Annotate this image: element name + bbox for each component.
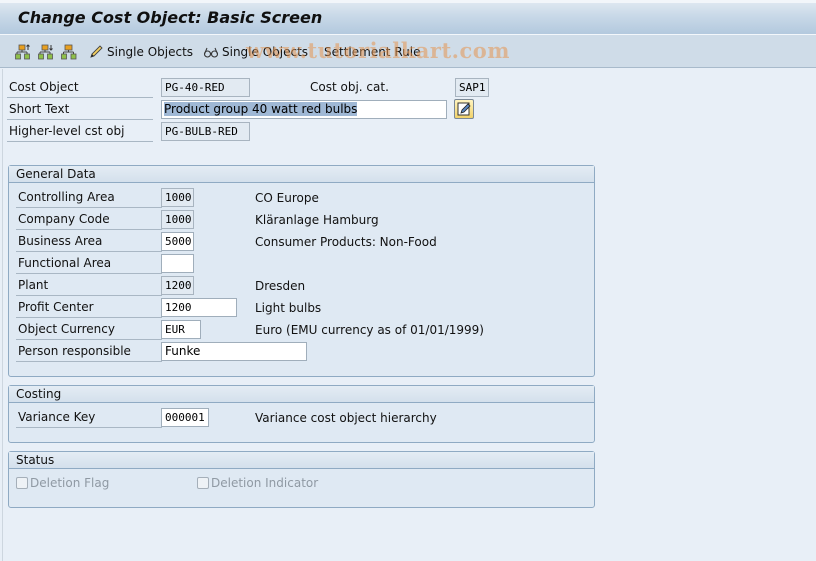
business-area-description: Consumer Products: Non-Food [255, 235, 437, 249]
controlling-area-label: Controlling Area [16, 188, 162, 208]
general-data-header: General Data [9, 166, 594, 183]
main-content: Cost Object PG-40-RED Cost obj. cat. SAP… [2, 69, 816, 561]
person-responsible-label: Person responsible [16, 342, 162, 362]
company-code-label: Company Code [16, 210, 162, 230]
costing-group: Costing Variance Key 000001 Variance cos… [8, 385, 595, 443]
application-toolbar: Single Objects Single Objects Settlement… [0, 35, 816, 68]
short-text-value: Product group 40 watt red bulbs [164, 102, 358, 116]
profit-center-label: Profit Center [16, 298, 162, 318]
hierarchy-up-icon [15, 44, 30, 60]
deletion-indicator-checkbox[interactable]: Deletion Indicator [197, 476, 318, 490]
pencil-icon [90, 45, 103, 58]
deletion-indicator-box[interactable] [197, 477, 209, 489]
cost-obj-cat-label: Cost obj. cat. [310, 80, 389, 94]
title-bar: Change Cost Object: Basic Screen [0, 0, 816, 35]
short-text-label: Short Text [7, 100, 153, 120]
edit-text-icon [457, 102, 471, 116]
cost-object-field: PG-40-RED [161, 78, 250, 97]
costing-header: Costing [9, 386, 594, 403]
higher-level-cost-object-field: PG-BULB-RED [161, 122, 250, 141]
person-responsible-input[interactable]: Funke [161, 342, 307, 361]
settlement-rule-label: Settlement Rule [324, 45, 421, 59]
functional-area-label: Functional Area [16, 254, 162, 274]
long-text-edit-button[interactable] [454, 99, 474, 119]
object-currency-description: Euro (EMU currency as of 01/01/1999) [255, 323, 484, 337]
deletion-flag-box[interactable] [16, 477, 28, 489]
cost-obj-cat-field: SAP1 [455, 78, 489, 97]
hierarchy-down-button[interactable] [38, 43, 57, 61]
company-code-description: Kläranlage Hamburg [255, 213, 379, 227]
status-header: Status [9, 452, 594, 469]
status-group: Status Deletion Flag Deletion Indicator [8, 451, 595, 508]
controlling-area-description: CO Europe [255, 191, 319, 205]
object-currency-input[interactable]: EUR [161, 320, 201, 339]
deletion-flag-label: Deletion Flag [30, 476, 110, 490]
display-single-objects-button[interactable]: Single Objects [203, 43, 308, 61]
display-single-objects-label: Single Objects [222, 45, 309, 59]
business-area-input[interactable]: 5000 [161, 232, 194, 251]
company-code-field: 1000 [161, 210, 194, 229]
profit-center-input[interactable]: 1200 [161, 298, 237, 317]
short-text-input[interactable]: Product group 40 watt red bulbs [161, 100, 447, 119]
deletion-indicator-label: Deletion Indicator [211, 476, 319, 490]
general-data-group: General Data Controlling Area 1000 CO Euro… [8, 165, 595, 377]
hierarchy-down-icon [38, 44, 53, 60]
plant-label: Plant [16, 276, 162, 296]
edit-single-objects-button[interactable]: Single Objects [88, 43, 193, 61]
glasses-icon [203, 47, 219, 58]
profit-center-description: Light bulbs [255, 301, 322, 315]
controlling-area-field: 1000 [161, 188, 194, 207]
settlement-rule-button[interactable]: Settlement Rule [324, 43, 420, 61]
plant-field: 1200 [161, 276, 194, 295]
variance-key-input[interactable]: 000001 [161, 408, 209, 427]
deletion-flag-checkbox[interactable]: Deletion Flag [16, 476, 109, 490]
business-area-label: Business Area [16, 232, 162, 252]
variance-key-label: Variance Key [16, 408, 162, 428]
functional-area-input[interactable] [161, 254, 194, 273]
plant-description: Dresden [255, 279, 306, 293]
cost-object-label: Cost Object [7, 78, 153, 98]
hierarchy-icon [61, 44, 77, 60]
edit-single-objects-label: Single Objects [107, 45, 194, 59]
object-currency-label: Object Currency [16, 320, 162, 340]
hierarchy-button[interactable] [61, 43, 80, 61]
variance-key-description: Variance cost object hierarchy [255, 411, 437, 425]
higher-level-cost-object-label: Higher-level cst obj [7, 122, 153, 142]
hierarchy-up-button[interactable] [15, 43, 34, 61]
page-title: Change Cost Object: Basic Screen [18, 8, 323, 27]
